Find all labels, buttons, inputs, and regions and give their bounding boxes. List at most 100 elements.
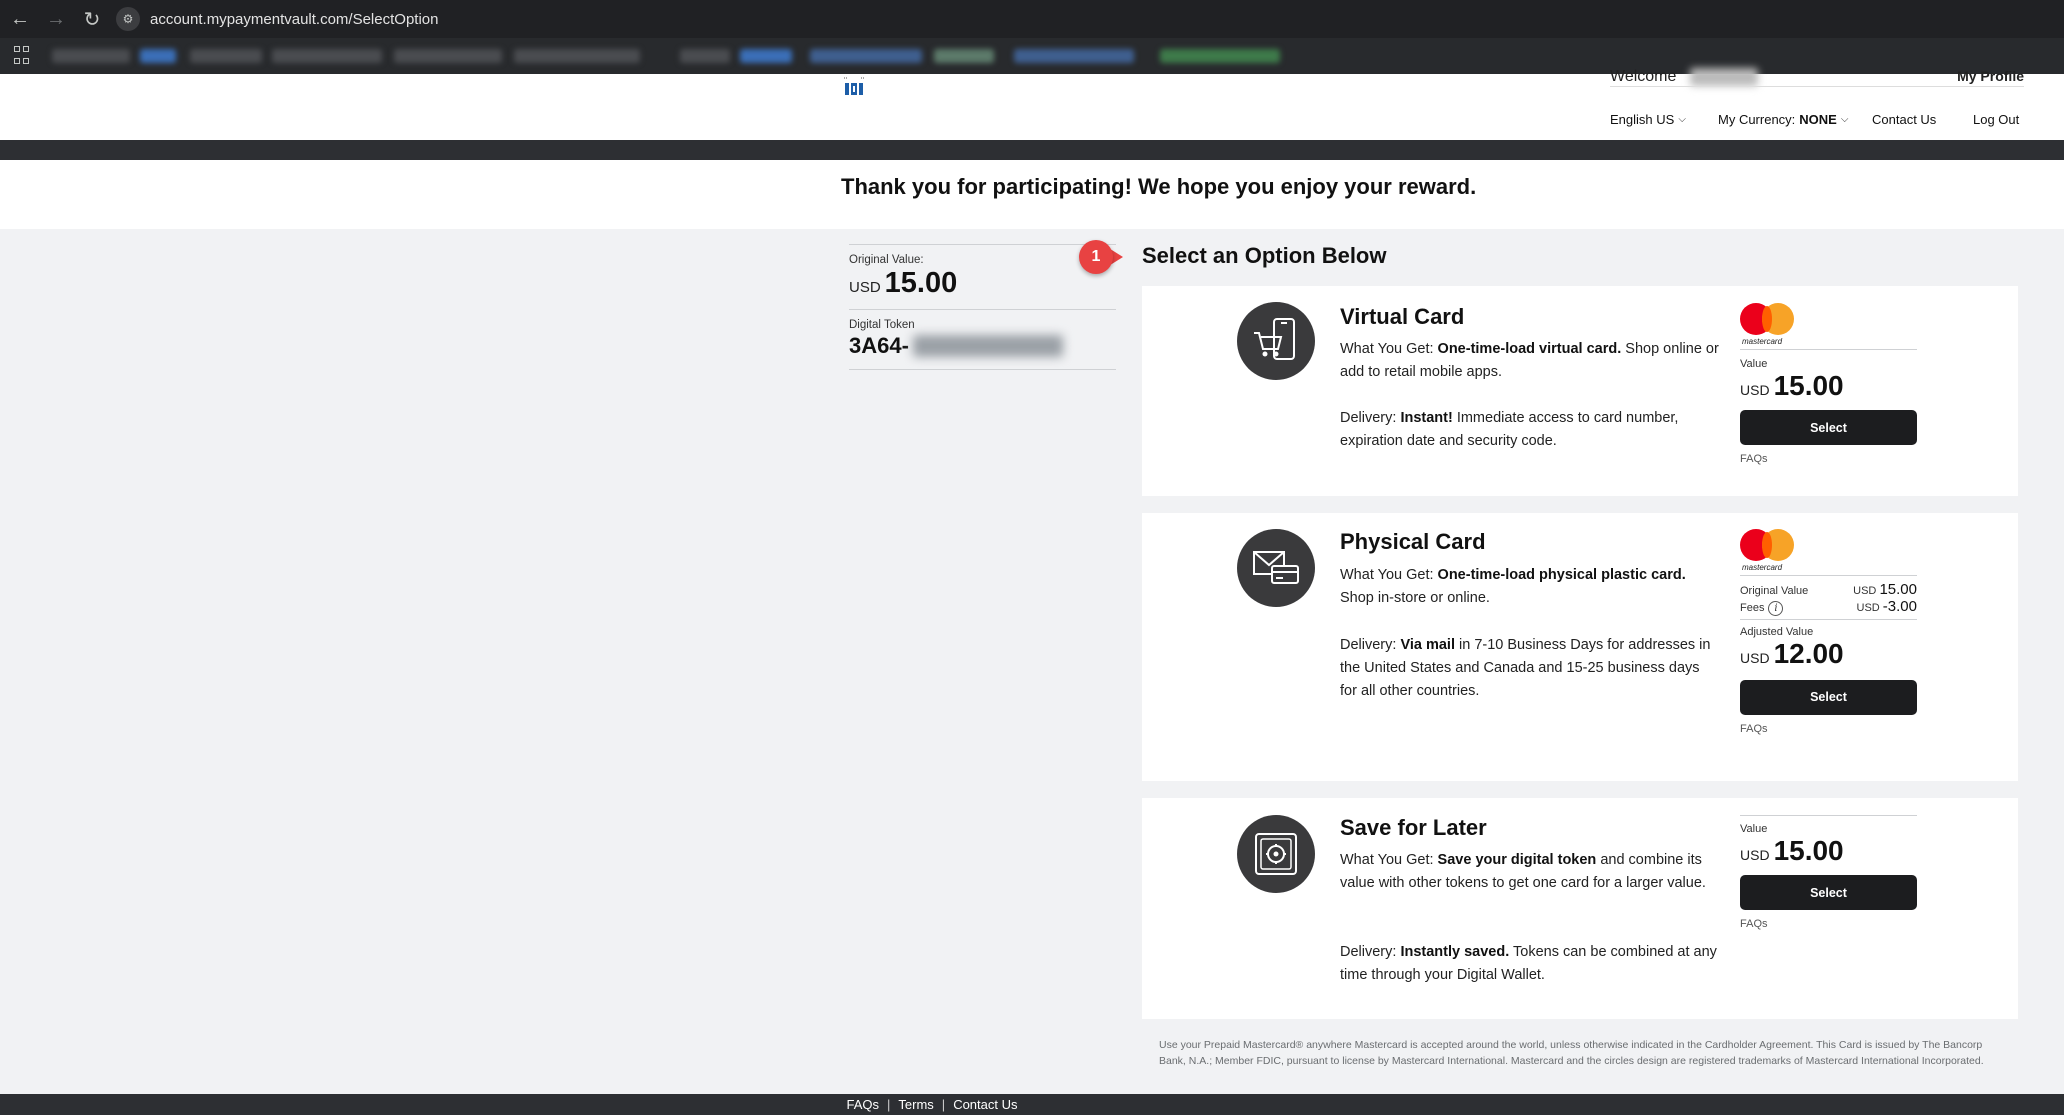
option-title: Physical Card <box>1340 529 1486 554</box>
language-label: English US <box>1610 112 1675 127</box>
option-delivery: Delivery: Via mail in 7-10 Business Days… <box>1340 634 1720 703</box>
option-card-save-later: Save for Later What You Get: Save your d… <box>1142 798 2018 1019</box>
option-card-physical: Physical Card What You Get: One-time-loa… <box>1142 513 2018 781</box>
divider <box>1740 815 1917 816</box>
what-highlight: One-time-load physical plastic card. <box>1437 567 1686 583</box>
envelope-card-icon <box>1237 529 1315 607</box>
bookmark-blurred[interactable] <box>1014 49 1134 63</box>
forward-icon[interactable]: → <box>40 3 72 35</box>
site-logo[interactable] <box>843 74 865 98</box>
divider <box>1740 575 1917 576</box>
bookmark-blurred[interactable] <box>934 49 994 63</box>
delivery-highlight: Via mail <box>1400 637 1455 653</box>
option-card-virtual: Virtual Card What You Get: One-time-load… <box>1142 286 2018 496</box>
original-value-amount: 15.00 <box>884 267 958 299</box>
fees-row: Fees i USD -3.00 <box>1740 598 1917 616</box>
apps-grid-icon[interactable] <box>14 46 34 66</box>
what-rest: Shop in-store or online. <box>1340 590 1490 606</box>
currency-label: My Currency: <box>1718 112 1796 127</box>
option-value-panel: mastercard Original Value USD 15.00 Fees… <box>1740 529 1917 735</box>
footer-contact-link[interactable]: Contact Us <box>953 1097 1017 1112</box>
log-out-link[interactable]: Log Out <box>1973 112 2019 127</box>
phone-cart-icon <box>1237 302 1315 380</box>
select-physical-card-button[interactable]: Select <box>1740 679 1917 715</box>
browser-toolbar: ← → ↻ ⚙ account.mypaymentvault.com/Selec… <box>0 0 2064 38</box>
original-value: USD 15.00 <box>1853 581 1917 598</box>
fees-label: Fees <box>1740 602 1765 614</box>
select-save-later-button[interactable]: Select <box>1740 875 1917 910</box>
mastercard-wordmark: mastercard <box>1742 337 1783 346</box>
site-header: Welcome My Profile English US ⌵ My Curre… <box>0 68 2064 140</box>
chevron-down-icon: ⌵ <box>1840 114 1849 125</box>
divider <box>1740 618 1917 620</box>
fees-amount: -3.00 <box>1882 598 1917 615</box>
faqs-link[interactable]: FAQs <box>1740 918 1917 930</box>
back-icon[interactable]: ← <box>4 3 36 35</box>
bookmark-blurred[interactable] <box>190 49 262 63</box>
footer-terms-link[interactable]: Terms <box>898 1097 933 1112</box>
header-band <box>0 140 2064 160</box>
reload-icon[interactable]: ↻ <box>76 3 108 35</box>
delivery-prefix: Delivery: <box>1340 410 1401 426</box>
currency-select[interactable]: My Currency: NONE ⌵ <box>1718 112 1848 127</box>
mastercard-disclaimer: Use your Prepaid Mastercard® anywhere Ma… <box>1159 1039 1984 1067</box>
bookmark-blurred[interactable] <box>740 49 792 63</box>
what-prefix: What You Get: <box>1340 852 1438 868</box>
value: USD 15.00 <box>1740 370 1917 402</box>
bookmark-blurred[interactable] <box>810 49 922 63</box>
option-what-you-get: What You Get: One-time-load virtual card… <box>1340 338 1720 384</box>
divider <box>849 309 1116 310</box>
bookmark-blurred[interactable] <box>514 49 640 63</box>
select-virtual-card-button[interactable]: Select <box>1740 410 1917 445</box>
step-marker: 1 <box>1079 240 1131 274</box>
step-number: 1 <box>1079 240 1113 274</box>
fees-label-group: Fees i <box>1740 600 1784 616</box>
delivery-highlight: Instantly saved. <box>1400 944 1510 960</box>
delivery-prefix: Delivery: <box>1340 944 1401 960</box>
currency-code: USD <box>1853 585 1877 597</box>
chevron-down-icon: ⌵ <box>1678 114 1686 125</box>
currency-code: USD <box>849 279 881 296</box>
option-delivery: Delivery: Instant! Immediate access to c… <box>1340 407 1720 453</box>
user-name-redacted <box>1690 68 1758 86</box>
adjusted-value-amount: 12.00 <box>1773 637 1844 669</box>
faqs-link[interactable]: FAQs <box>1740 453 1917 465</box>
bookmark-blurred[interactable] <box>680 49 730 63</box>
divider <box>849 369 1116 370</box>
bookmark-blurred[interactable] <box>1160 49 1280 63</box>
fees-value: USD -3.00 <box>1857 598 1918 615</box>
currency-code: USD <box>1740 847 1770 863</box>
option-value-panel: mastercard Value USD 15.00 Select FAQs <box>1740 303 1917 465</box>
footer-separator: | <box>941 1097 946 1112</box>
site-info-icon[interactable]: ⚙ <box>116 7 140 31</box>
bookmark-blurred[interactable] <box>394 49 502 63</box>
option-what-you-get: What You Get: Save your digital token an… <box>1340 849 1720 895</box>
language-select[interactable]: English US ⌵ <box>1610 112 1686 127</box>
my-profile-link[interactable]: My Profile <box>1957 68 2024 84</box>
contact-us-link[interactable]: Contact Us <box>1872 112 1936 127</box>
footer-faqs-link[interactable]: FAQs <box>847 1097 880 1112</box>
digital-token-label: Digital Token <box>849 319 915 331</box>
currency-code: USD <box>1856 602 1880 614</box>
value-amount: 15.00 <box>1773 370 1844 401</box>
bookmark-blurred[interactable] <box>272 49 382 63</box>
original-value-amount: 15.00 <box>1879 581 1917 598</box>
address-bar[interactable]: ⚙ account.mypaymentvault.com/SelectOptio… <box>114 5 2054 33</box>
header-divider <box>1610 86 2024 87</box>
footer-separator: | <box>887 1097 891 1112</box>
value-amount: 15.00 <box>1773 835 1844 866</box>
url-text[interactable]: account.mypaymentvault.com/SelectOption <box>150 11 438 28</box>
mastercard-logo-icon: mastercard <box>1740 303 1796 347</box>
original-value-label: Original Value: <box>849 254 924 266</box>
faqs-link[interactable]: FAQs <box>1740 723 1917 735</box>
option-title: Virtual Card <box>1340 304 1465 329</box>
bookmark-blurred[interactable] <box>140 49 176 63</box>
original-value-row: Original Value USD 15.00 <box>1740 581 1917 598</box>
digital-token-redacted <box>912 335 1063 357</box>
thanks-message: Thank you for participating! We hope you… <box>841 174 1477 199</box>
adjusted-value: USD 12.00 <box>1740 638 1917 670</box>
thanks-banner: Thank you for participating! We hope you… <box>0 160 2064 229</box>
info-icon[interactable]: i <box>1768 600 1784 616</box>
bookmark-blurred[interactable] <box>52 49 130 63</box>
welcome-text: Welcome <box>1610 68 1677 85</box>
